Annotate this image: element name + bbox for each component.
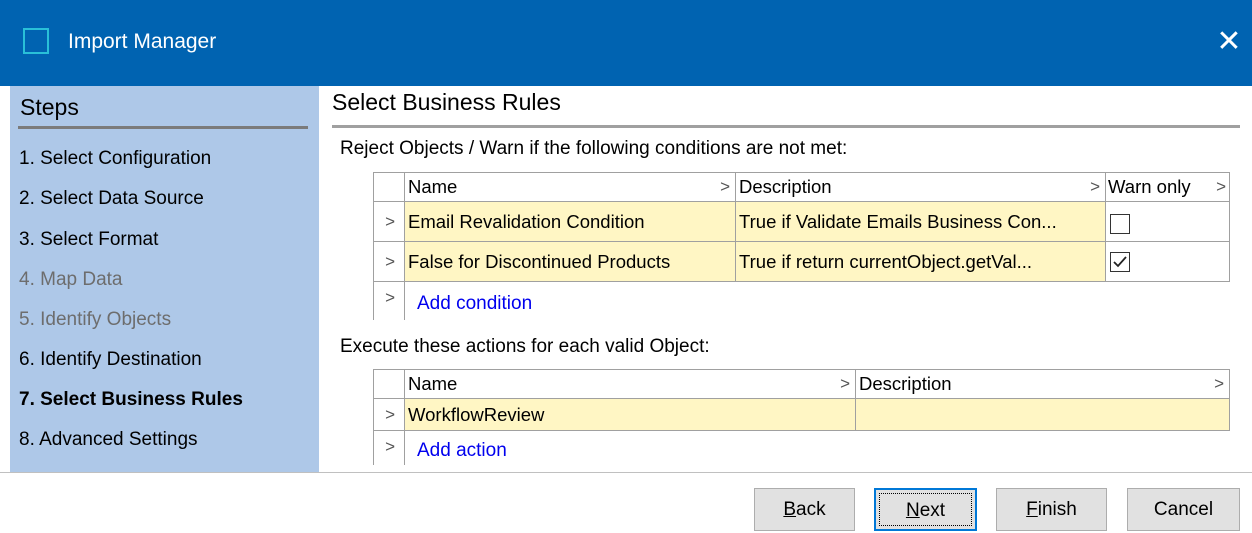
steps-title: Steps (20, 94, 79, 120)
action-name-cell[interactable]: WorkflowReview (405, 399, 856, 431)
row-expander: > (374, 431, 405, 465)
chevron-right-icon[interactable]: > (385, 213, 395, 230)
page-title: Select Business Rules (332, 89, 561, 115)
window-left-edge (0, 86, 10, 472)
grid-corner (374, 172, 405, 202)
column-header-warn-only-label: Warn only (1108, 176, 1191, 197)
step-select-data-source: 2. Select Data Source (19, 188, 204, 209)
focus-rectangle (879, 493, 972, 526)
conditions-label: Reject Objects / Warn if the following c… (340, 138, 848, 159)
window-title: Import Manager (68, 30, 217, 53)
next-button[interactable]: Next (874, 488, 977, 531)
back-button[interactable]: Back (754, 488, 855, 531)
step-identify-destination: 6. Identify Destination (19, 349, 202, 370)
column-header-name[interactable]: Name > (405, 369, 856, 399)
chevron-right-icon[interactable]: > (720, 178, 730, 195)
title-bar: Import Manager ✕ (0, 0, 1252, 86)
warn-only-checkbox[interactable] (1110, 252, 1130, 272)
condition-description: True if return currentObject.getVal... (739, 251, 1033, 272)
column-header-description[interactable]: Description > (856, 369, 1230, 399)
action-description-cell[interactable] (856, 399, 1230, 431)
chevron-right-icon[interactable]: > (1214, 375, 1224, 392)
column-header-description[interactable]: Description > (736, 172, 1106, 202)
row-expander[interactable]: > (374, 242, 405, 282)
condition-description: True if Validate Emails Business Con... (739, 211, 1057, 232)
row-expander[interactable]: > (374, 399, 405, 431)
add-action-link[interactable]: Add action (417, 440, 507, 462)
footer-divider (0, 472, 1252, 473)
chevron-right-icon[interactable]: > (840, 375, 850, 392)
step-select-business-rules: 7. Select Business Rules (19, 389, 243, 410)
warn-only-cell (1106, 242, 1230, 282)
condition-description-cell[interactable]: True if Validate Emails Business Con... (736, 202, 1106, 242)
warn-only-cell (1106, 202, 1230, 242)
condition-name-cell[interactable]: False for Discontinued Products (405, 242, 736, 282)
back-label-rest: ack (796, 499, 826, 520)
column-header-name[interactable]: Name > (405, 172, 736, 202)
conditions-grid: Name > Description > Warn only > > Email… (373, 172, 1230, 320)
checkmark-icon (1113, 256, 1127, 268)
column-header-name-label: Name (408, 373, 458, 394)
steps-panel: Steps 1. Select Configuration 2. Select … (10, 86, 319, 472)
chevron-right-icon[interactable]: > (385, 406, 395, 423)
finish-mnemonic: F (1026, 499, 1038, 520)
steps-divider (18, 126, 308, 129)
step-identify-objects: 5. Identify Objects (19, 309, 172, 330)
condition-description-cell[interactable]: True if return currentObject.getVal... (736, 242, 1106, 282)
condition-name: Email Revalidation Condition (408, 211, 645, 232)
step-advanced-settings: 8. Advanced Settings (19, 429, 198, 450)
chevron-right-icon[interactable]: > (385, 253, 395, 270)
actions-label: Execute these actions for each valid Obj… (340, 336, 710, 357)
grid-corner (374, 369, 405, 399)
condition-name: False for Discontinued Products (408, 251, 671, 272)
column-header-description-label: Description (739, 176, 832, 197)
column-header-name-label: Name (408, 176, 458, 197)
condition-name-cell[interactable]: Email Revalidation Condition (405, 202, 736, 242)
finish-label-rest: inish (1037, 499, 1077, 520)
row-expander: > (374, 282, 405, 320)
actions-grid: Name > Description > > WorkflowReview > … (373, 369, 1230, 465)
add-condition-link[interactable]: Add condition (417, 293, 532, 315)
title-divider (332, 125, 1240, 128)
step-select-configuration: 1. Select Configuration (19, 148, 212, 169)
action-name: WorkflowReview (408, 404, 545, 425)
chevron-right-icon[interactable]: > (1216, 178, 1226, 195)
step-map-data: 4. Map Data (19, 269, 123, 290)
chevron-right-icon: > (385, 288, 395, 307)
warn-only-checkbox[interactable] (1110, 214, 1130, 234)
cancel-button[interactable]: Cancel (1127, 488, 1240, 531)
close-icon[interactable]: ✕ (1214, 22, 1244, 62)
column-header-warn-only[interactable]: Warn only > (1106, 172, 1230, 202)
finish-button[interactable]: Finish (996, 488, 1107, 531)
chevron-right-icon[interactable]: > (1090, 178, 1100, 195)
step-select-format: 3. Select Format (19, 229, 159, 250)
app-window-icon (23, 28, 49, 54)
column-header-description-label: Description (859, 373, 952, 394)
back-mnemonic: B (783, 499, 797, 520)
row-expander[interactable]: > (374, 202, 405, 242)
chevron-right-icon: > (385, 437, 395, 456)
